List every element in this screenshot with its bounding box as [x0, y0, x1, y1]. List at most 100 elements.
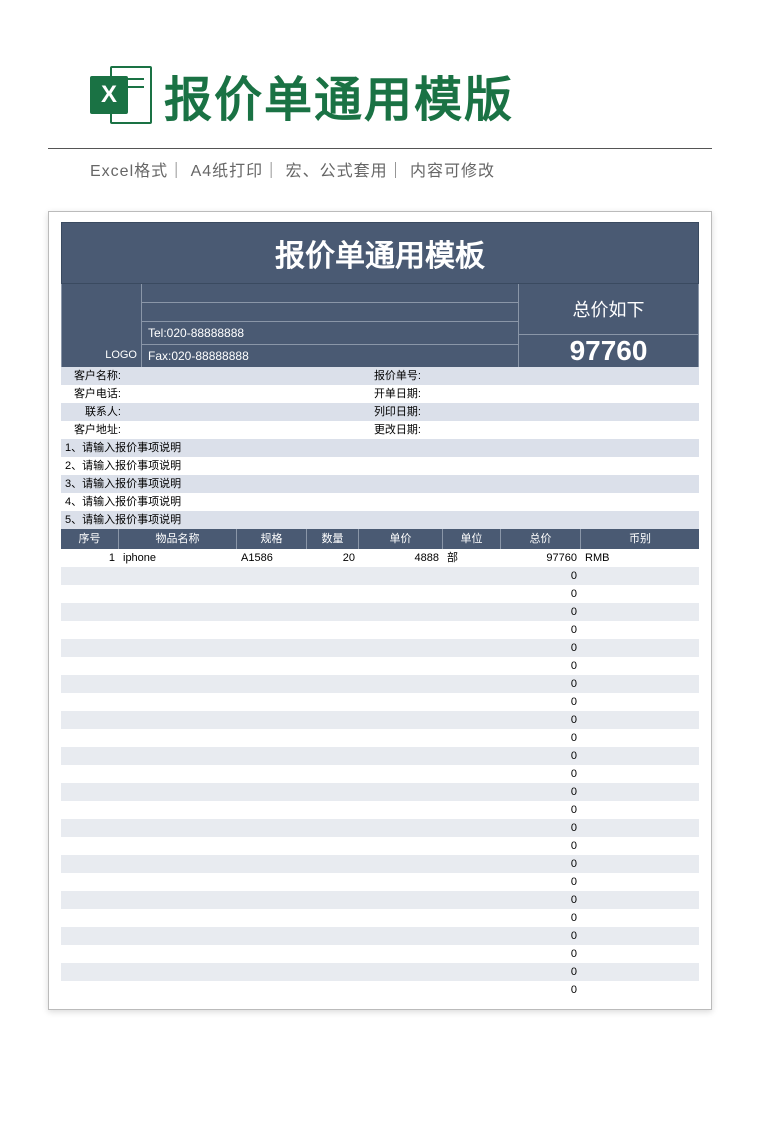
cell-name	[119, 891, 237, 909]
cell-price	[359, 639, 443, 657]
cell-seq	[61, 585, 119, 603]
instruction-row: 4、请输入报价事项说明	[61, 493, 699, 511]
field-label: 客户电话:	[61, 385, 123, 403]
cell-qty	[307, 747, 359, 765]
cell-price	[359, 927, 443, 945]
cell-cur	[581, 765, 699, 783]
cell-unit	[443, 747, 501, 765]
cell-qty	[307, 945, 359, 963]
cell-spec	[237, 873, 307, 891]
cell-cur	[581, 639, 699, 657]
cell-qty	[307, 621, 359, 639]
cell-total: 0	[501, 765, 581, 783]
cell-qty	[307, 765, 359, 783]
cell-spec	[237, 621, 307, 639]
cell-cur	[581, 855, 699, 873]
cell-cur	[581, 603, 699, 621]
cell-price	[359, 621, 443, 639]
cell-name	[119, 927, 237, 945]
cell-seq	[61, 873, 119, 891]
blank-row	[142, 303, 518, 322]
cell-name	[119, 585, 237, 603]
cell-seq	[61, 765, 119, 783]
cell-cur	[581, 747, 699, 765]
cell-seq	[61, 891, 119, 909]
cell-cur	[581, 711, 699, 729]
cell-cur	[581, 693, 699, 711]
cell-total: 0	[501, 711, 581, 729]
cell-seq	[61, 639, 119, 657]
cell-name	[119, 801, 237, 819]
items-header: 序号 物品名称 规格 数量 单价 单位 总价 币别	[61, 529, 699, 549]
table-row: 0	[61, 693, 699, 711]
cell-name	[119, 783, 237, 801]
cell-unit	[443, 783, 501, 801]
col-header-cur: 币别	[581, 529, 699, 549]
cell-cur	[581, 819, 699, 837]
cell-qty: 20	[307, 549, 359, 567]
cell-seq	[61, 855, 119, 873]
cell-price	[359, 783, 443, 801]
cell-unit	[443, 855, 501, 873]
table-row: 0	[61, 909, 699, 927]
cell-cur	[581, 927, 699, 945]
cell-spec	[237, 891, 307, 909]
cell-total: 0	[501, 783, 581, 801]
instruction-row: 5、请输入报价事项说明	[61, 511, 699, 529]
cell-name	[119, 567, 237, 585]
total-label: 总价如下	[519, 284, 698, 335]
field-label: 客户地址:	[61, 421, 123, 439]
cell-price	[359, 747, 443, 765]
cell-name	[119, 819, 237, 837]
cell-seq	[61, 711, 119, 729]
table-row: 0	[61, 963, 699, 981]
cell-seq	[61, 567, 119, 585]
cell-cur	[581, 945, 699, 963]
cell-spec	[237, 567, 307, 585]
cell-seq	[61, 945, 119, 963]
cell-cur	[581, 585, 699, 603]
table-row: 0	[61, 603, 699, 621]
cell-name	[119, 963, 237, 981]
customer-fields: 客户名称: 报价单号: 客户电话: 开单日期: 联系人: 列印日期: 客户地址:…	[61, 367, 699, 439]
cell-spec	[237, 603, 307, 621]
cell-seq	[61, 963, 119, 981]
cell-spec	[237, 765, 307, 783]
fax-row: Fax:020-88888888	[142, 345, 518, 367]
table-row: 0	[61, 639, 699, 657]
cell-name	[119, 855, 237, 873]
cell-price	[359, 693, 443, 711]
table-row: 0	[61, 981, 699, 999]
cell-seq	[61, 675, 119, 693]
cell-price	[359, 711, 443, 729]
cell-total: 0	[501, 621, 581, 639]
cell-price	[359, 981, 443, 999]
table-row: 0	[61, 837, 699, 855]
cell-name	[119, 765, 237, 783]
instructions-block: 1、请输入报价事项说明 2、请输入报价事项说明 3、请输入报价事项说明 4、请输…	[61, 439, 699, 529]
cell-price	[359, 729, 443, 747]
table-row: 0	[61, 747, 699, 765]
cell-qty	[307, 693, 359, 711]
table-row: 0	[61, 855, 699, 873]
cell-price	[359, 657, 443, 675]
cell-spec	[237, 657, 307, 675]
field-label: 开单日期:	[363, 385, 423, 403]
cell-unit: 部	[443, 549, 501, 567]
cell-unit	[443, 819, 501, 837]
cell-spec	[237, 837, 307, 855]
cell-name	[119, 657, 237, 675]
table-row: 0	[61, 891, 699, 909]
cell-seq	[61, 837, 119, 855]
cell-total: 0	[501, 747, 581, 765]
cell-spec	[237, 675, 307, 693]
items-body: 1iphoneA1586204888部97760RMB0000000000000…	[61, 549, 699, 999]
cell-total: 0	[501, 801, 581, 819]
cell-qty	[307, 855, 359, 873]
cell-unit	[443, 585, 501, 603]
cell-spec	[237, 909, 307, 927]
table-row: 0	[61, 729, 699, 747]
cell-price	[359, 801, 443, 819]
cell-total: 0	[501, 585, 581, 603]
cell-unit	[443, 567, 501, 585]
